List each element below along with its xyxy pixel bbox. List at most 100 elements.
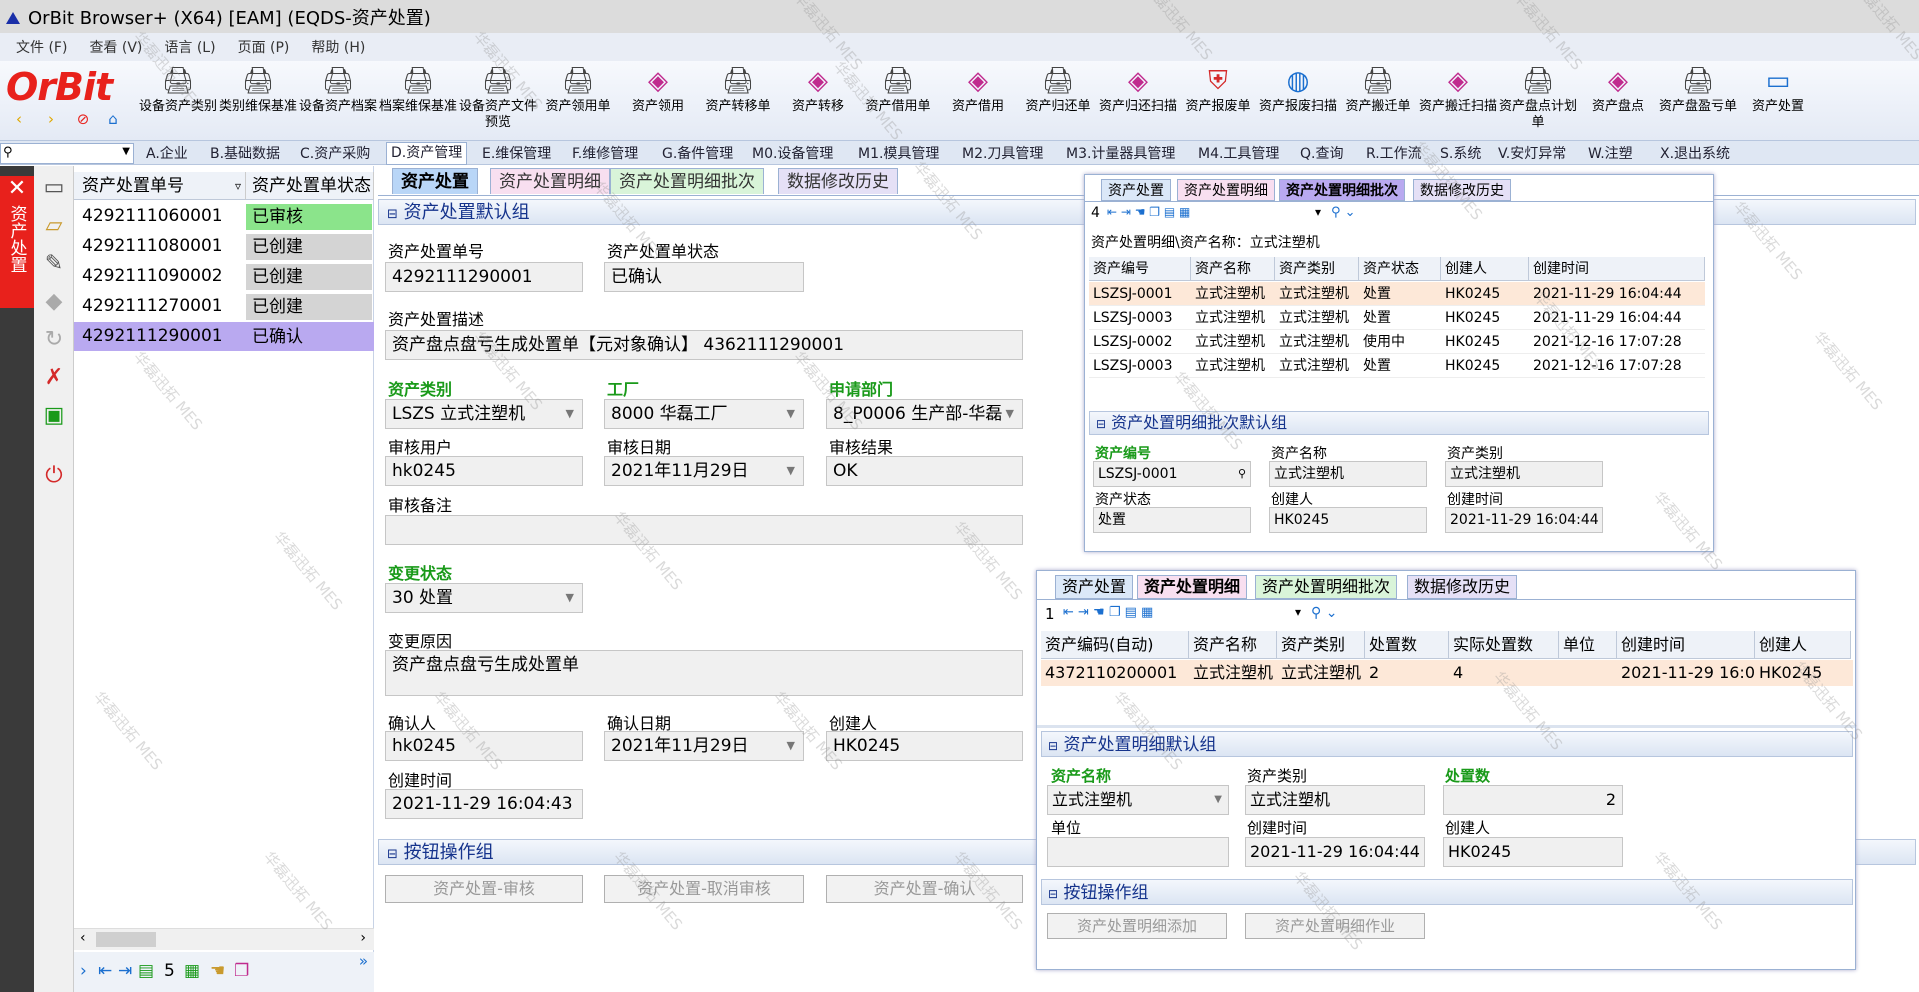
nav-item-17[interactable]: X.退出系统: [1660, 144, 1730, 164]
first-page-icon[interactable]: ⇤ ⇥ ☚ ❐ ▤ ▦: [1107, 205, 1190, 219]
chevron-down-icon[interactable]: ▼: [1214, 786, 1222, 814]
detail-section-header[interactable]: ⊟ 资产处置明细默认组: [1041, 731, 1853, 757]
menu-language[interactable]: 语言 (L): [164, 37, 215, 57]
copy-icon[interactable]: ❐: [234, 961, 249, 981]
collapse-icon[interactable]: ⊟: [1048, 739, 1058, 753]
collapse-icon[interactable]: ⊟: [387, 207, 398, 222]
tab-history[interactable]: 数据修改历史: [778, 168, 898, 194]
batch-column-header[interactable]: 资产名称: [1191, 257, 1275, 281]
toolbar-button-7[interactable]: 🖨 资产转移单: [698, 65, 778, 139]
nav-item-6[interactable]: G.备件管理: [662, 144, 733, 164]
toolbar-button-9[interactable]: 🖨 资产借用单: [858, 65, 938, 139]
tab-disposal[interactable]: 资产处置: [392, 168, 478, 194]
nav-item-14[interactable]: S.系统: [1440, 144, 1481, 164]
chevron-down-icon[interactable]: ▼: [787, 457, 795, 485]
toolbar-button-3[interactable]: 🖨 档案维保基准: [378, 65, 458, 139]
chevron-down-icon[interactable]: ▼: [122, 146, 130, 157]
pencil-icon[interactable]: ✎: [40, 250, 68, 278]
scrollbar-thumb[interactable]: [96, 932, 156, 947]
nav-item-16[interactable]: W.注塑: [1588, 144, 1633, 164]
detail-column-header[interactable]: 资产类别: [1277, 631, 1365, 659]
filter-icon[interactable]: ▿: [235, 172, 241, 200]
field-audit-result[interactable]: OK: [826, 456, 1023, 486]
chevron-down-icon[interactable]: ▾: [1295, 605, 1301, 619]
delete-icon[interactable]: ✗: [40, 364, 68, 392]
batch-column-header[interactable]: 资产类别: [1275, 257, 1359, 281]
batch-column-header[interactable]: 创建时间: [1529, 257, 1705, 281]
toolbar-button-10[interactable]: ◈ 资产借用: [938, 65, 1018, 139]
batch-field-name[interactable]: 立式注塑机: [1269, 461, 1427, 487]
field-description[interactable]: 资产盘点盘亏生成处置单【元对象确认】 4362111290001: [385, 330, 1023, 360]
detail-field-unit[interactable]: [1047, 837, 1229, 867]
menu-file[interactable]: 文件 (F): [16, 37, 67, 57]
batch-field-creator[interactable]: HK0245: [1269, 507, 1427, 533]
nav-item-9[interactable]: M2.刀具管理: [962, 144, 1043, 164]
detail-column-header[interactable]: 资产名称: [1189, 631, 1277, 659]
refresh-icon[interactable]: ↻: [40, 326, 68, 354]
field-audit-date[interactable]: 2021年11月29日 ▼: [604, 456, 804, 486]
field-confirm-user[interactable]: hk0245: [385, 731, 583, 761]
toolbar-button-0[interactable]: 🖨 设备资产类别: [138, 65, 218, 139]
toolbar-button-17[interactable]: 🖨 资产盘点计划单: [1498, 65, 1578, 139]
module-search-input[interactable]: ⚲ ▼: [0, 143, 134, 164]
field-change-reason[interactable]: 资产盘点盘亏生成处置单: [385, 650, 1023, 696]
detail-add-button[interactable]: 资产处置明细添加: [1047, 913, 1227, 939]
stop-icon[interactable]: ⊘: [74, 110, 92, 128]
menu-page[interactable]: 页面 (P): [238, 37, 290, 57]
chevron-down-icon[interactable]: ▾: [1315, 205, 1321, 219]
detail-column-header[interactable]: 实际处置数: [1449, 631, 1559, 659]
document-icon[interactable]: ▭: [40, 174, 68, 202]
field-created-time[interactable]: 2021-11-29 16:04:43: [385, 789, 583, 819]
field-change-state[interactable]: 30 处置 ▼: [385, 583, 583, 613]
list-header-no[interactable]: 资产处置单号 ▿: [74, 172, 246, 200]
field-confirm-date[interactable]: 2021年11月29日 ▼: [604, 731, 804, 761]
menu-view[interactable]: 查看 (V): [89, 37, 142, 57]
chevron-down-icon[interactable]: ▼: [566, 584, 574, 612]
next-icon[interactable]: ›: [80, 961, 87, 981]
nav-item-7[interactable]: M0.设备管理: [752, 144, 833, 164]
search-icon[interactable]: ⚲ ⌄: [1331, 205, 1356, 220]
horizontal-scrollbar[interactable]: ‹ ›: [74, 928, 374, 950]
nav-item-1[interactable]: B.基础数据: [210, 144, 280, 164]
detail-field-creator[interactable]: HK0245: [1443, 837, 1623, 867]
confirm-button[interactable]: 资产处置-确认: [826, 875, 1023, 903]
chevron-left-icon[interactable]: ‹: [10, 110, 28, 128]
batch-field-created[interactable]: 2021-11-29 16:04:44: [1445, 507, 1603, 533]
toolbar-button-12[interactable]: ◈ 资产归还扫描: [1098, 65, 1178, 139]
search-icon[interactable]: ⚲ ⌄: [1311, 605, 1337, 621]
field-creator[interactable]: HK0245: [826, 731, 1023, 761]
toolbar-button-13[interactable]: ⛨ 资产报废单: [1178, 65, 1258, 139]
detail-tab-disposal[interactable]: 资产处置: [1055, 575, 1134, 599]
list-item[interactable]: 4292111270001 已创建: [74, 292, 374, 321]
nav-item-3[interactable]: D.资产管理: [386, 142, 468, 165]
toolbar-button-19[interactable]: 🖨 资产盘盈亏单: [1658, 65, 1738, 139]
collapse-icon[interactable]: ⊟: [1096, 417, 1106, 431]
last-page-icon[interactable]: ⇥: [118, 961, 132, 981]
search-icon[interactable]: ⚲: [1238, 462, 1246, 486]
detail-column-header[interactable]: 创建时间: [1617, 631, 1755, 659]
collapse-icon[interactable]: ⊟: [387, 847, 398, 862]
first-page-icon[interactable]: ⇤: [98, 961, 112, 981]
collapse-icon[interactable]: ⊟: [1048, 887, 1058, 901]
toolbar-button-14[interactable]: ◍ 资产报废扫描: [1258, 65, 1338, 139]
toolbar-button-18[interactable]: ◈ 资产盘点: [1578, 65, 1658, 139]
detail-tab-batch[interactable]: 资产处置明细批次: [1255, 575, 1398, 599]
batch-column-header[interactable]: 资产编号: [1089, 257, 1191, 281]
power-icon[interactable]: ⏻: [40, 462, 68, 490]
close-icon[interactable]: ✕: [0, 176, 34, 201]
detail-column-header[interactable]: 资产编码(自动): [1041, 631, 1189, 659]
field-audit-user[interactable]: hk0245: [385, 456, 583, 486]
toolbar-button-20[interactable]: ▭ 资产处置: [1738, 65, 1818, 139]
batch-field-no[interactable]: LSZSJ-0001 ⚲: [1093, 461, 1251, 487]
chevron-down-icon[interactable]: ▼: [787, 400, 795, 428]
save-icon[interactable]: ▣: [40, 402, 68, 430]
grid-icon[interactable]: ▦: [184, 961, 200, 981]
hand-icon[interactable]: ☚: [210, 961, 225, 981]
toolbar-button-6[interactable]: ◈ 资产领用: [618, 65, 698, 139]
nav-item-8[interactable]: M1.模具管理: [858, 144, 939, 164]
batch-section-header[interactable]: ⊟ 资产处置明细批次默认组: [1089, 411, 1709, 435]
tab-disposal-detail[interactable]: 资产处置明细: [490, 168, 610, 194]
detail-field-qty[interactable]: 2: [1443, 785, 1623, 815]
field-asset-type[interactable]: LSZS 立式注塑机 ▼: [385, 399, 583, 429]
toolbar-button-16[interactable]: ◈ 资产搬迁扫描: [1418, 65, 1498, 139]
